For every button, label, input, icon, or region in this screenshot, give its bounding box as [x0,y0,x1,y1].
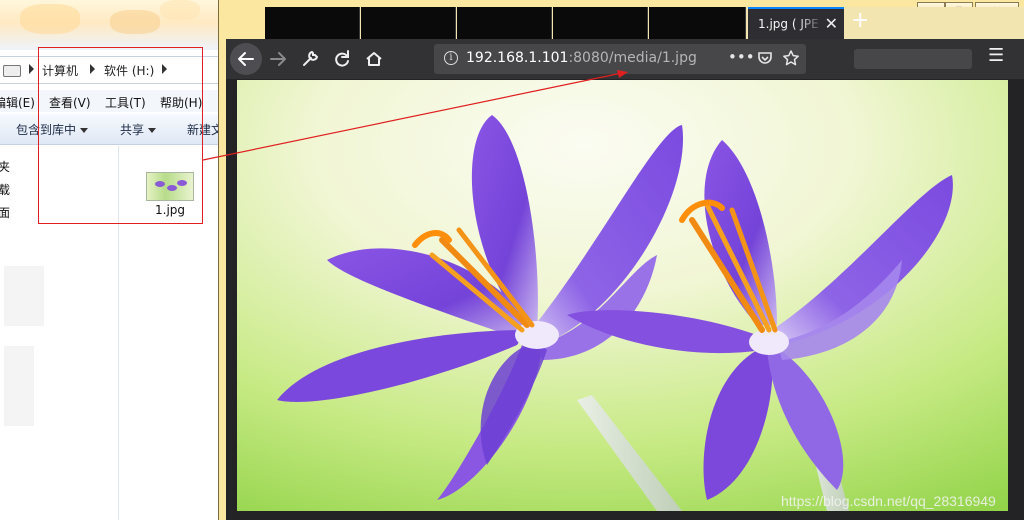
blurred-nav-region [4,266,44,326]
url-host: 192.168.1.101 [466,50,569,66]
share-button[interactable]: 共享 [120,121,157,138]
explorer-nav-pane: 夹 载 面 [0,146,119,520]
dropdown-arrow-icon [80,128,89,133]
firefox-window: — ▢ ✕ 1.jpg ( JPE ✕ + i [218,0,1024,520]
tab-redacted[interactable] [553,7,648,39]
include-in-library-button[interactable]: 包含到库中 [16,121,89,138]
nav-item-desktop[interactable]: 面 [0,204,10,221]
navigation-toolbar: i 192.168.1.101:8080/media/1.jpg ••• ☰ [226,39,1024,79]
back-arrow-icon[interactable] [230,43,262,75]
tab-redacted[interactable] [457,7,552,39]
file-name-label[interactable]: 1.jpg [155,203,185,217]
chevron-right-icon [162,64,167,74]
tab-strip: 1.jpg ( JPE ✕ + [265,7,1024,39]
include-in-library-label: 包含到库中 [16,123,77,137]
nav-item-folder[interactable]: 夹 [0,158,10,175]
pocket-icon[interactable] [756,49,774,71]
hamburger-menu-icon[interactable]: ☰ [988,45,1004,66]
dropdown-arrow-icon [148,128,157,133]
star-icon[interactable] [782,49,800,71]
tab-redacted[interactable] [265,7,360,39]
menu-edit[interactable]: 编辑(E) [0,94,35,111]
chevron-right-icon [90,64,95,74]
breadcrumb-computer[interactable]: 计算机 [42,62,78,79]
page-content: https://blog.csdn.net/qq_28316949 [226,79,1024,520]
url-bar[interactable]: i 192.168.1.101:8080/media/1.jpg ••• [434,44,806,74]
watermark-text: https://blog.csdn.net/qq_28316949 [781,493,996,509]
home-icon[interactable] [358,43,390,75]
tab-active-image[interactable]: 1.jpg ( JPE ✕ [748,7,844,39]
info-icon[interactable]: i [444,51,458,65]
explorer-address-bar[interactable]: 计算机 软件 (H:) [0,56,218,84]
new-tab-button[interactable]: + [851,8,869,33]
nav-item-downloads[interactable]: 载 [0,181,10,198]
drive-icon [3,65,21,77]
reload-icon[interactable] [326,43,358,75]
more-dots-icon[interactable]: ••• [728,48,755,66]
breadcrumb-drive-h[interactable]: 软件 (H:) [104,62,154,79]
share-label: 共享 [120,123,145,137]
image-thumbnail-icon[interactable] [146,172,194,201]
url-text[interactable]: 192.168.1.101:8080/media/1.jpg [466,50,697,66]
explorer-menu-bar: 编辑(E) 查看(V) 工具(T) 帮助(H) [0,90,218,112]
blurred-nav-region [4,346,34,426]
menu-help[interactable]: 帮助(H) [160,94,202,111]
menu-tools[interactable]: 工具(T) [105,94,146,111]
close-tab-icon[interactable]: ✕ [825,14,838,33]
wrench-icon[interactable] [294,43,326,75]
menu-view[interactable]: 查看(V) [49,94,91,111]
tab-redacted[interactable] [649,7,746,39]
explorer-toolbar: 包含到库中 共享 新建文 [0,114,223,145]
chevron-right-icon [29,64,34,74]
url-path: :8080/media/1.jpg [568,50,697,66]
displayed-image: https://blog.csdn.net/qq_28316949 [237,80,1008,511]
tab-redacted[interactable] [361,7,456,39]
search-box[interactable] [854,49,972,69]
tab-title-fade [798,9,824,39]
forward-arrow-icon[interactable] [262,43,294,75]
